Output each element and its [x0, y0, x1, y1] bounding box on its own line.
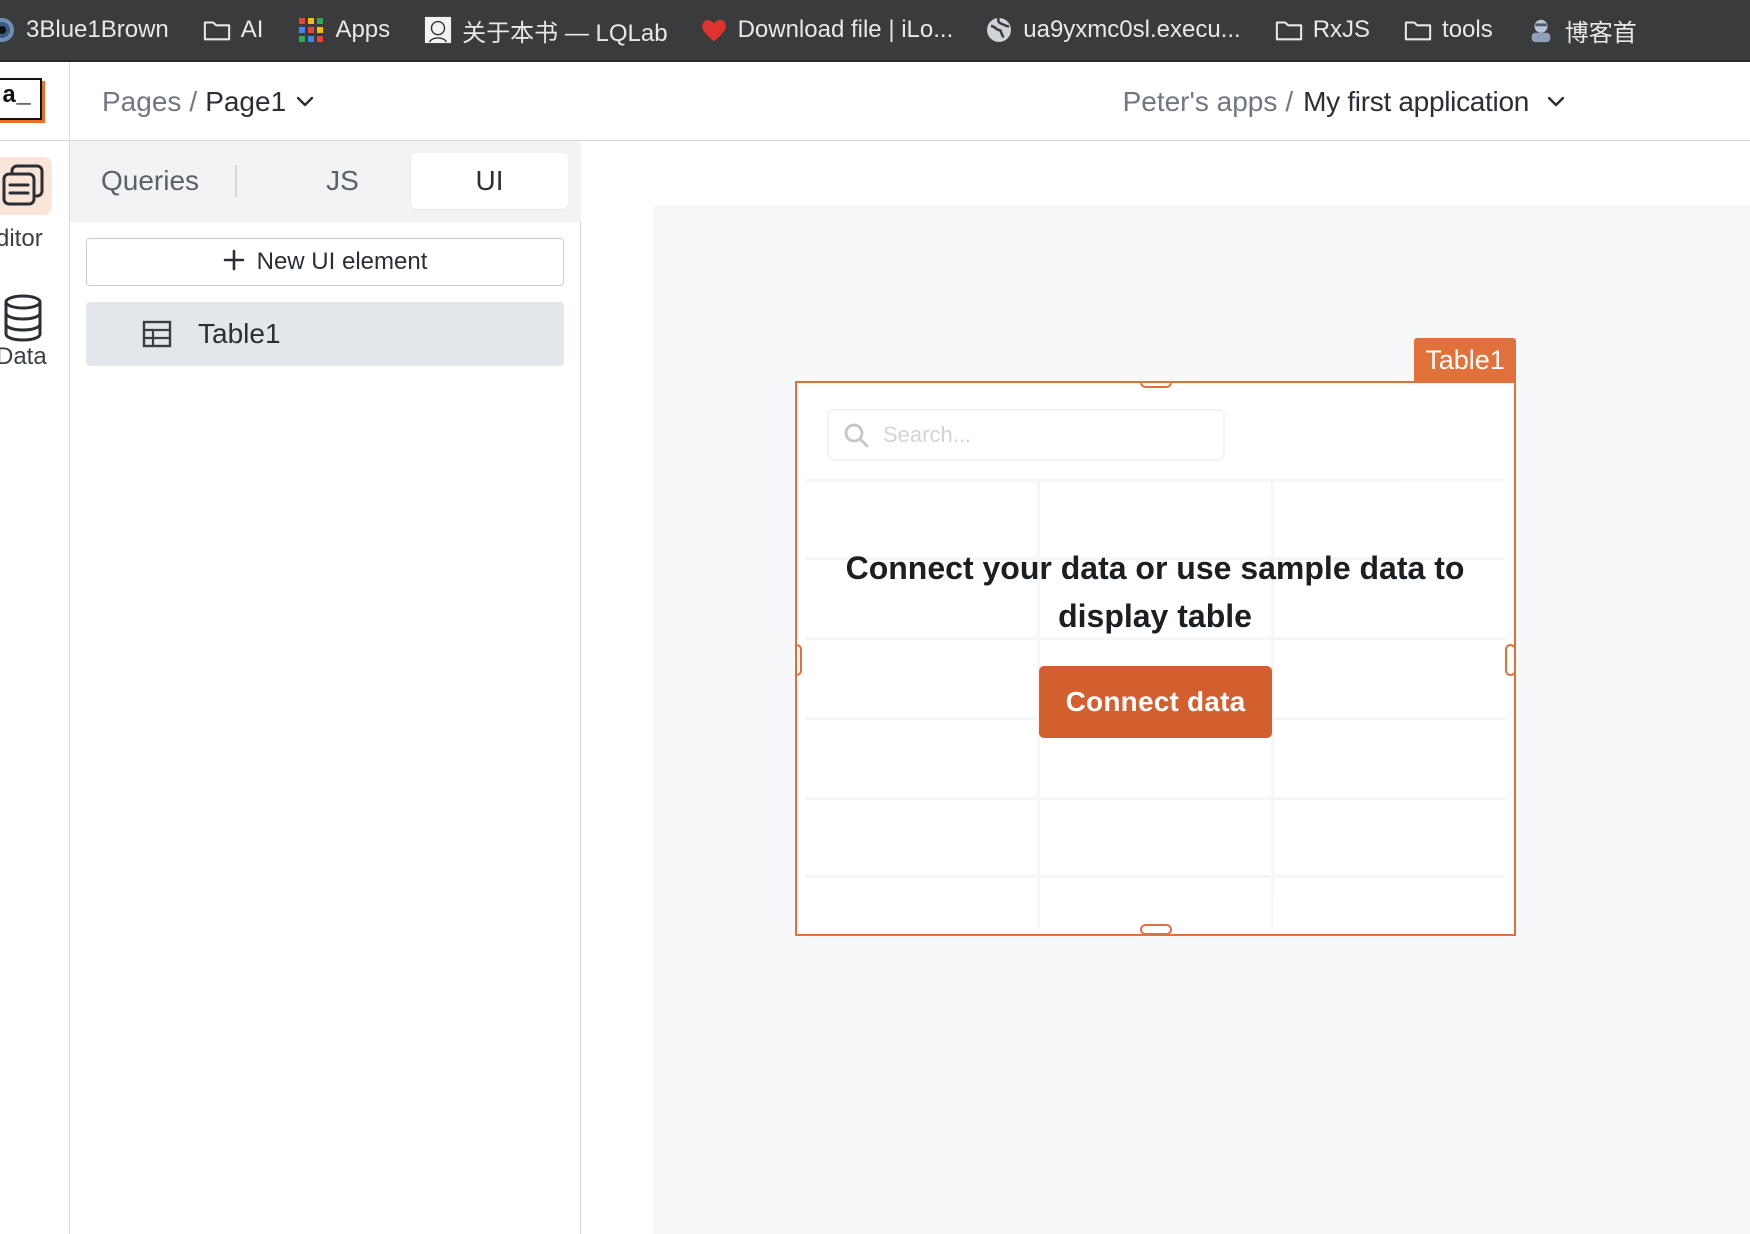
- folder-icon: [1404, 16, 1432, 44]
- folder-icon: [203, 16, 231, 44]
- app-name-selector[interactable]: My first application: [1303, 86, 1529, 118]
- widget-list-item-label: Table1: [198, 318, 281, 349]
- sidebar-tabs: Queries JS UI: [70, 141, 581, 222]
- tab-divider: [235, 165, 237, 197]
- rail-label-editor: ditor: [0, 225, 43, 252]
- avatar-icon: [1527, 16, 1555, 44]
- folder-icon: [1275, 16, 1303, 44]
- widget-name-tag[interactable]: Table1: [1414, 338, 1516, 382]
- tab-queries[interactable]: Queries: [86, 153, 214, 209]
- resize-handle-bottom[interactable]: [1140, 924, 1172, 934]
- search-icon: [843, 422, 869, 448]
- bookmark-rxjs[interactable]: RxJS: [1275, 0, 1370, 60]
- grid-row-line: [805, 479, 1506, 482]
- bookmark-ai[interactable]: AI: [203, 0, 263, 60]
- left-rail: ditor Data: [0, 141, 70, 1234]
- grid-row-line: [805, 875, 1506, 878]
- tab-ui[interactable]: UI: [411, 153, 568, 209]
- bookmark-download-file[interactable]: Download file | iLo...: [700, 0, 953, 60]
- widget-list-item-table1[interactable]: Table1: [86, 302, 564, 366]
- pages-link[interactable]: Pages: [102, 86, 181, 118]
- grid-row-line: [805, 797, 1506, 800]
- workspace-link[interactable]: Peter's apps: [1123, 86, 1278, 118]
- database-icon: [0, 289, 52, 347]
- chevron-down-icon[interactable]: [296, 96, 314, 108]
- resize-handle-right[interactable]: [1505, 644, 1514, 676]
- resize-handle-top[interactable]: [1140, 383, 1172, 388]
- bookmarks-bar: 3Blue1Brown AI Apps 关于本书 — LQLab Downloa…: [0, 0, 1750, 62]
- plus-icon: [223, 247, 245, 277]
- rail-label-data: Data: [0, 343, 47, 370]
- bookmark-3blue1brown[interactable]: 3Blue1Brown: [0, 0, 169, 60]
- bookmark-tools[interactable]: tools: [1404, 0, 1493, 60]
- ui-sidebar: Queries JS UI New UI element Table1: [70, 141, 581, 1234]
- page-breadcrumb: Pages / Page1: [102, 62, 314, 141]
- table-search-input: Search...: [827, 409, 1225, 461]
- portrait-icon: [424, 16, 452, 44]
- app-breadcrumb: Peter's apps / My first application: [1123, 62, 1565, 141]
- table-widget[interactable]: Search...: [795, 381, 1516, 936]
- breadcrumb-separator: /: [1285, 85, 1294, 117]
- breadcrumb-separator: /: [189, 85, 198, 117]
- apps-grid-icon: [297, 16, 325, 44]
- app-logo[interactable]: a_: [0, 78, 42, 120]
- table-icon: [142, 320, 172, 355]
- tab-js[interactable]: JS: [290, 153, 395, 209]
- resize-handle-left[interactable]: [797, 644, 802, 676]
- table-empty-message: Connect your data or use sample data to …: [845, 550, 1465, 634]
- bookmark-execute-api[interactable]: ua9yxmc0sl.execu...: [985, 0, 1241, 60]
- connect-data-button[interactable]: Connect data: [1039, 666, 1272, 738]
- app-header: a_ Pages / Page1 Peter's apps / My first…: [0, 62, 1750, 141]
- table-placeholder: Search...: [805, 391, 1506, 928]
- new-ui-element-label: New UI element: [256, 248, 428, 275]
- editor-icon: [0, 157, 52, 215]
- current-page-selector[interactable]: Page1: [205, 86, 286, 118]
- bookmark-apps[interactable]: Apps: [297, 0, 390, 60]
- bookmark-blog[interactable]: 博客首: [1527, 0, 1637, 60]
- new-ui-element-button[interactable]: New UI element: [86, 238, 564, 286]
- rail-divider: [69, 62, 70, 141]
- 3b1b-eye-icon: [0, 16, 16, 44]
- bookmark-lqlab[interactable]: 关于本书 — LQLab: [424, 0, 668, 60]
- globe-icon: [985, 16, 1013, 44]
- chevron-down-icon[interactable]: [1547, 96, 1565, 108]
- search-placeholder: Search...: [883, 422, 972, 447]
- heart-icon: [700, 16, 728, 44]
